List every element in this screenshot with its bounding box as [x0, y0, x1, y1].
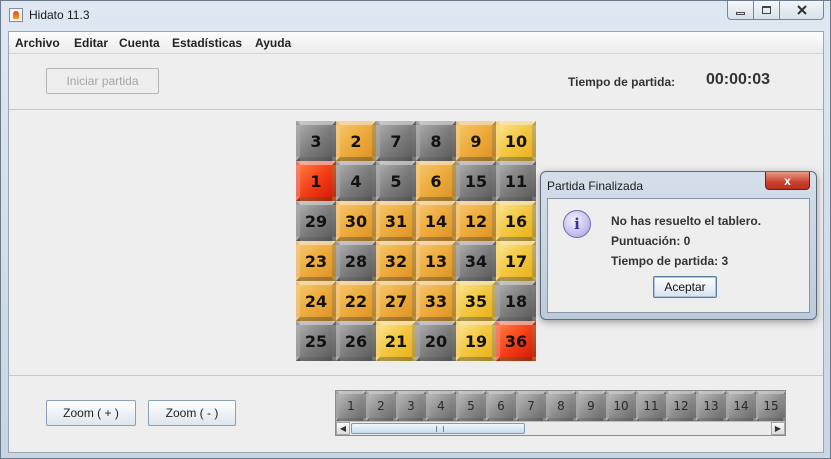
board-cell[interactable]: 23: [296, 241, 336, 281]
palette-tile[interactable]: 12: [666, 391, 696, 421]
zoom-in-button[interactable]: Zoom ( + ): [46, 400, 136, 426]
board-cell[interactable]: 6: [416, 161, 456, 201]
game-timer: 00:00:03: [706, 71, 771, 88]
board-cell[interactable]: 33: [416, 281, 456, 321]
board-cell[interactable]: 13: [416, 241, 456, 281]
maximize-button[interactable]: [754, 1, 780, 20]
palette-tile[interactable]: 1: [336, 391, 366, 421]
window-controls: [727, 1, 824, 21]
board-cell[interactable]: 28: [336, 241, 376, 281]
board-cell[interactable]: 35: [456, 281, 496, 321]
board-cell[interactable]: 10: [496, 121, 536, 161]
info-icon: i: [563, 210, 591, 238]
scroll-left-arrow[interactable]: ◀: [336, 422, 350, 435]
board-cell[interactable]: 32: [376, 241, 416, 281]
java-app-icon: [9, 8, 23, 22]
dialog-title: Partida Finalizada: [547, 179, 644, 193]
board-cell[interactable]: 14: [416, 201, 456, 241]
zoom-out-button[interactable]: Zoom ( - ): [148, 400, 236, 426]
time-label: Tiempo de partida:: [568, 75, 676, 89]
top-toolbar: Iniciar partida Tiempo de partida: 00:00…: [9, 54, 823, 110]
palette-tile[interactable]: 4: [426, 391, 456, 421]
palette-tile[interactable]: 6: [486, 391, 516, 421]
hidato-board: 3 2 7 8 9 10 1 4 5 6 15 11 29 30 31 14 12 16 23 28 32 13 34 17 2…: [296, 121, 536, 361]
scroll-right-arrow[interactable]: ▶: [771, 422, 785, 435]
board-cell[interactable]: 27: [376, 281, 416, 321]
board-cell[interactable]: 36: [496, 321, 536, 361]
board-cell[interactable]: 12: [456, 201, 496, 241]
palette-tiles: 1 2 3 4 5 6 7 8 9 10 11 12 13 14 15: [336, 391, 785, 421]
board-cell[interactable]: 15: [456, 161, 496, 201]
palette-tile[interactable]: 13: [696, 391, 726, 421]
close-button[interactable]: [780, 1, 824, 20]
dialog-score: Puntuación: 0: [611, 234, 691, 248]
board-cell[interactable]: 19: [456, 321, 496, 361]
menu-editar[interactable]: Editar: [74, 36, 108, 50]
scroll-thumb[interactable]: [351, 423, 525, 434]
palette-tile[interactable]: 14: [726, 391, 756, 421]
board-cell[interactable]: 7: [376, 121, 416, 161]
palette-tile[interactable]: 15: [756, 391, 785, 421]
palette-tile[interactable]: 10: [606, 391, 636, 421]
board-cell[interactable]: 5: [376, 161, 416, 201]
start-game-button[interactable]: Iniciar partida: [46, 68, 159, 94]
board-cell[interactable]: 8: [416, 121, 456, 161]
dialog-message: No has resuelto el tablero.: [611, 214, 762, 228]
board-cell[interactable]: 20: [416, 321, 456, 361]
board-cell[interactable]: 21: [376, 321, 416, 361]
scroll-grip-icon: [436, 426, 444, 432]
close-icon: [796, 5, 807, 15]
palette-tile[interactable]: 11: [636, 391, 666, 421]
palette-tile[interactable]: 9: [576, 391, 606, 421]
accept-button[interactable]: Aceptar: [653, 276, 717, 298]
palette-tile[interactable]: 8: [546, 391, 576, 421]
title-bar[interactable]: Hidato 11.3: [1, 1, 830, 31]
game-over-dialog: Partida Finalizada x i No has resuelto e…: [540, 171, 817, 320]
board-cell[interactable]: 29: [296, 201, 336, 241]
menu-archivo[interactable]: Archivo: [15, 36, 60, 50]
board-cell[interactable]: 31: [376, 201, 416, 241]
palette-tile[interactable]: 7: [516, 391, 546, 421]
palette-tile[interactable]: 3: [396, 391, 426, 421]
board-cell[interactable]: 17: [496, 241, 536, 281]
board-cell[interactable]: 22: [336, 281, 376, 321]
board-cell[interactable]: 16: [496, 201, 536, 241]
dialog-time: Tiempo de partida: 3: [611, 254, 729, 268]
menu-bar: Archivo Editar Cuenta Estadísticas Ayuda: [9, 32, 823, 54]
bottom-divider: [9, 375, 823, 376]
menu-cuenta[interactable]: Cuenta: [119, 36, 160, 50]
window-title: Hidato 11.3: [29, 8, 90, 22]
board-cell[interactable]: 1: [296, 161, 336, 201]
minimize-button[interactable]: [727, 1, 754, 20]
board-cell[interactable]: 34: [456, 241, 496, 281]
board-cell[interactable]: 4: [336, 161, 376, 201]
board-cell[interactable]: 25: [296, 321, 336, 361]
menu-ayuda[interactable]: Ayuda: [255, 36, 291, 50]
board-cell[interactable]: 26: [336, 321, 376, 361]
board-cell[interactable]: 3: [296, 121, 336, 161]
palette-scrollbar[interactable]: ◀ ▶: [336, 421, 785, 435]
palette-tile[interactable]: 5: [456, 391, 486, 421]
dialog-close-button[interactable]: x: [765, 172, 810, 190]
menu-estadisticas[interactable]: Estadísticas: [172, 36, 242, 50]
palette-tile[interactable]: 2: [366, 391, 396, 421]
board-cell[interactable]: 9: [456, 121, 496, 161]
dialog-body: i No has resuelto el tablero. Puntuación…: [547, 198, 810, 313]
board-cell[interactable]: 24: [296, 281, 336, 321]
board-cell[interactable]: 18: [496, 281, 536, 321]
board-cell[interactable]: 2: [336, 121, 376, 161]
number-palette: 1 2 3 4 5 6 7 8 9 10 11 12 13 14 15 ◀ ▶: [335, 390, 786, 436]
board-cell[interactable]: 30: [336, 201, 376, 241]
board-cell[interactable]: 11: [496, 161, 536, 201]
